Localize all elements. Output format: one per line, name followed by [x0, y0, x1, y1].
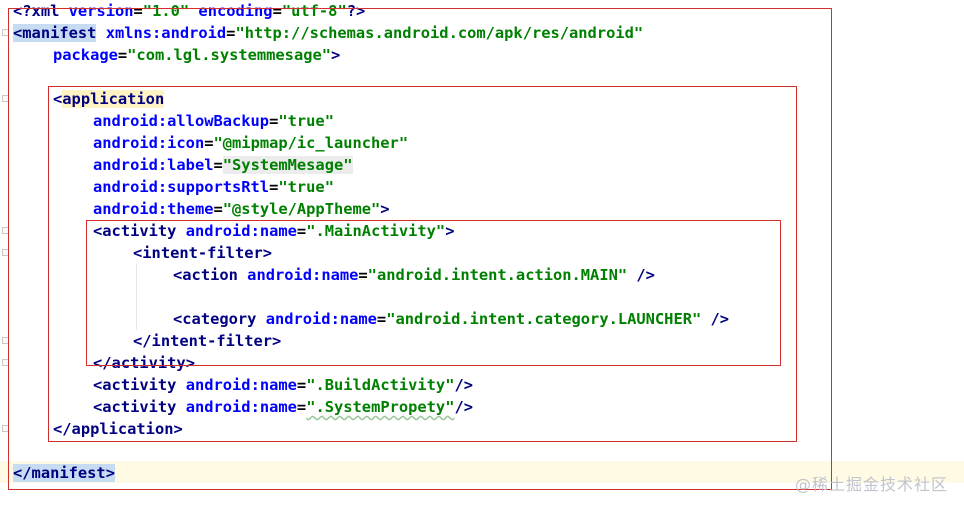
code-line-15[interactable]: </activity> [93, 352, 195, 374]
code-line-2[interactable]: <manifest xmlns:android="http://schemas.… [13, 22, 643, 44]
code-line-11[interactable]: <intent-filter> [133, 242, 272, 264]
editor-gutter [0, 0, 12, 512]
fold-marker-icon[interactable] [2, 337, 9, 344]
code-editor[interactable]: <?xml version="1.0" encoding="utf-8"?> <… [0, 0, 964, 512]
manifest-open-tag: manifest [22, 24, 97, 42]
fold-marker-icon[interactable] [2, 249, 9, 256]
code-line-17[interactable]: <activity android:name=".SystemPropety"/… [93, 396, 473, 418]
code-line-19[interactable]: </manifest> [13, 462, 115, 484]
code-line-4[interactable]: <application [53, 88, 165, 110]
indent-guide [136, 264, 137, 330]
code-line-18[interactable]: </application> [53, 418, 183, 440]
code-line-1[interactable]: <?xml version="1.0" encoding="utf-8"?> [13, 0, 365, 22]
fold-marker-icon[interactable] [2, 359, 9, 366]
fold-marker-icon[interactable] [2, 227, 9, 234]
fold-marker-icon[interactable] [2, 95, 9, 102]
manifest-close-tag: manifest [31, 464, 106, 482]
code-line-12[interactable]: <action android:name="android.intent.act… [173, 264, 655, 286]
fold-marker-icon[interactable] [2, 29, 9, 36]
code-line-9[interactable]: android:theme="@style/AppTheme"> [93, 198, 390, 220]
code-line-6[interactable]: android:icon="@mipmap/ic_launcher" [93, 132, 408, 154]
watermark: @稀土掘金技术社区 [794, 475, 948, 494]
code-line-16[interactable]: <activity android:name=".BuildActivity"/… [93, 374, 473, 396]
code-line-14[interactable]: </intent-filter> [133, 330, 281, 352]
code-line-3[interactable]: package="com.lgl.systemmesage"> [53, 44, 340, 66]
code-line-5[interactable]: android:allowBackup="true" [93, 110, 334, 132]
code-line-7[interactable]: android:label="SystemMesage" [93, 154, 353, 176]
code-line-8[interactable]: android:supportsRtl="true" [93, 176, 334, 198]
application-open-tag: application [62, 90, 165, 108]
code-line-10[interactable]: <activity android:name=".MainActivity"> [93, 220, 454, 242]
fold-marker-icon[interactable] [2, 425, 9, 432]
code-line-13[interactable]: <category android:name="android.intent.c… [173, 308, 729, 330]
